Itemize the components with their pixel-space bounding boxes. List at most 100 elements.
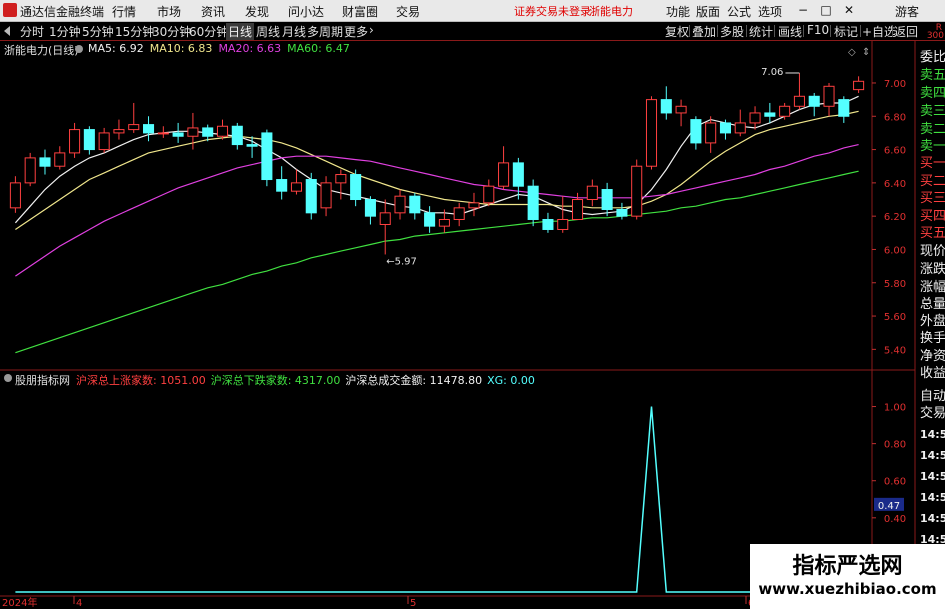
period-tab-5min[interactable]: 5分钟 [82, 23, 114, 40]
overlay-button[interactable]: 叠加 [692, 23, 716, 40]
collapse-arrow-icon[interactable] [4, 26, 10, 36]
menu-item-assistant[interactable]: 问小达 [288, 3, 324, 20]
period-tab-daily[interactable]: 日线 [226, 23, 255, 40]
candle-body-down [39, 157, 51, 167]
menu-item-functions[interactable]: 功能 [666, 3, 690, 20]
minimize-icon[interactable]: − [795, 2, 811, 18]
down-count-label: 沪深总下跌家数: 4317.00 [210, 374, 341, 387]
menu-item-discover[interactable]: 发现 [245, 3, 269, 20]
maximize-icon[interactable]: □ [818, 2, 834, 18]
watermark-box: 指标严选网 www.xuezhibiao.com [750, 544, 945, 609]
price-tick-label: 6.80 [884, 112, 906, 123]
period-tab-30min[interactable]: 30分钟 [152, 23, 191, 40]
menu-item-trade[interactable]: 交易 [396, 3, 420, 20]
user-label[interactable]: 游客 [895, 3, 919, 20]
side-item-18: 收益 [920, 366, 945, 381]
f10-button[interactable]: F10 [807, 23, 829, 37]
candle-body-up [216, 125, 229, 137]
candle-body-down [350, 174, 362, 201]
price-tick-label: 6.60 [884, 146, 906, 157]
sub-chart-title: 股朋指标网 [15, 374, 70, 387]
candle-body-down [83, 129, 95, 151]
toolbar-divider [774, 25, 775, 37]
low-price-label: ←5.97 [386, 256, 417, 267]
candle-body-down [542, 218, 554, 230]
current-stock-name: 浙能电力 [589, 5, 633, 18]
menu-item-wealth-circle[interactable]: 财富圈 [342, 3, 378, 20]
candle-body-down [601, 189, 613, 211]
candle-body-up [645, 99, 658, 167]
period-tab-more[interactable]: 更多 [344, 23, 368, 40]
price-tick-label: 6.40 [884, 179, 906, 190]
candle-body-down [690, 119, 702, 144]
candle-body-up [572, 199, 584, 220]
candle-body-down [616, 209, 628, 217]
candle-body-up [320, 182, 332, 209]
app-logo-icon [3, 3, 17, 17]
toolbar-divider [803, 25, 804, 37]
candle-body-down [808, 95, 820, 107]
candle-body-up [498, 162, 510, 187]
candle-body-down [143, 124, 155, 134]
xg-label: XG: 0.00 [487, 374, 535, 387]
x-tick-label: 4 [76, 598, 82, 609]
period-tab-weekly[interactable]: 周线 [256, 23, 280, 40]
candle-body-up [69, 129, 81, 154]
menu-item-layout[interactable]: 版面 [696, 3, 720, 20]
scale-bottom-label: 300 [926, 31, 944, 41]
candle-body-down [838, 99, 850, 117]
menu-item-quotes[interactable]: 行情 [112, 3, 136, 20]
more-chevron-icon[interactable]: › [369, 23, 374, 37]
period-tab-1min[interactable]: 1分钟 [49, 23, 81, 40]
sub-tick-label: 1.00 [884, 403, 906, 414]
draw-line-button[interactable]: 画线 [778, 23, 802, 40]
candle-body-down [424, 212, 436, 227]
candle-body-up [98, 132, 110, 151]
mark-button[interactable]: 标记 [834, 23, 858, 40]
tick-time: 14:56 [920, 428, 945, 441]
login-notice[interactable]: 证券交易未登录 [514, 3, 591, 19]
period-tab-intraday[interactable]: 分时 [20, 23, 44, 40]
sub-settings-dot-icon[interactable] [4, 374, 12, 382]
expand-icon: ⇕ [862, 47, 870, 58]
side-item-8: 买三 [920, 191, 945, 206]
restore-rights-button[interactable]: 复权 [665, 23, 689, 40]
candle-body-down [364, 199, 376, 217]
high-price-label: 7.06 [761, 67, 783, 78]
tick-time: 14:56 [920, 449, 945, 462]
candle-body-up [379, 212, 391, 225]
up-count-label: 沪深总上涨家数: 1051.00 [76, 374, 206, 387]
period-tab-multi[interactable]: 多周期 [307, 23, 343, 40]
period-tab-15min[interactable]: 15分钟 [115, 23, 154, 40]
candle-body-up [793, 95, 805, 107]
candle-body-up [438, 218, 450, 227]
menu-item-market[interactable]: 市场 [157, 3, 181, 20]
menu-item-formula[interactable]: 公式 [727, 3, 751, 20]
period-tab-60min[interactable]: 60分钟 [189, 23, 228, 40]
menu-item-options[interactable]: 选项 [758, 3, 782, 20]
candle-body-up [631, 165, 643, 217]
candle-body-down [246, 144, 258, 147]
candle-body-down [719, 122, 731, 134]
side-item-20[interactable]: 交易 [920, 402, 945, 421]
side-item-6: 买一 [920, 156, 945, 171]
period-toolbar: 分时 1分钟 5分钟 15分钟 30分钟 60分钟 日线 周线 月线 多周期 更… [0, 22, 945, 41]
back-button[interactable]: 返回 [894, 23, 918, 40]
close-icon[interactable]: ✕ [841, 2, 857, 18]
multi-stock-button[interactable]: 多股 [720, 23, 744, 40]
ma-line-ma10 [15, 110, 859, 230]
watermark-title: 指标严选网 [792, 554, 903, 579]
sub-tick-label: 0.40 [884, 514, 906, 525]
candle-body-up [557, 218, 569, 230]
toolbar-divider [689, 25, 690, 37]
menu-item-news[interactable]: 资讯 [201, 3, 225, 20]
statistics-button[interactable]: 统计 [749, 23, 773, 40]
side-item-10: 买五 [920, 226, 945, 241]
chart-area[interactable]: 7.06 ←5.97 ◇ ⇕ 7.00 6.80 6.60 6.40 6.20 6.00 5.80… [0, 40, 945, 609]
candle-body-up [853, 80, 865, 91]
period-tab-monthly[interactable]: 月线 [282, 23, 306, 40]
candle-body-up [468, 202, 480, 209]
candle-body-up [24, 157, 36, 184]
toolbar-divider [746, 25, 747, 37]
add-watchlist-button[interactable]: +自选 [862, 23, 896, 40]
